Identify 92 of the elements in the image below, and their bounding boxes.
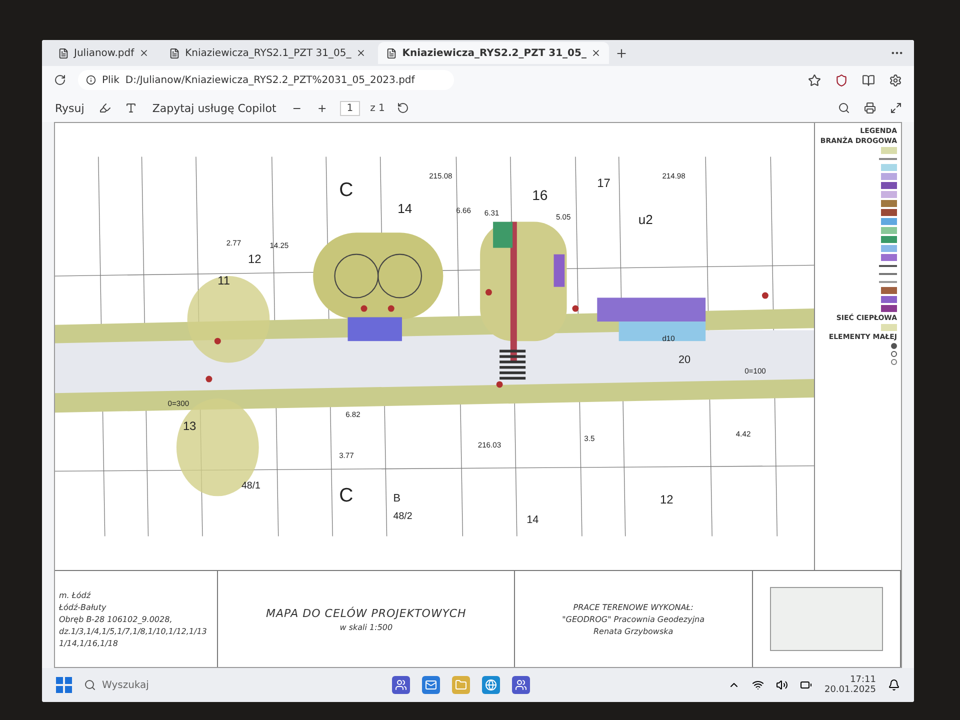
map-label: 3.5: [584, 434, 595, 443]
teams-icon[interactable]: [512, 676, 530, 694]
scheme-label: Plik: [102, 74, 120, 86]
clock-date: 20.01.2025: [824, 685, 876, 695]
map-label: 11: [218, 274, 230, 288]
crosswalk: [500, 350, 526, 380]
address-bar[interactable]: Plik D:/Julianow/Kniaziewicza_RYS2.2_PZT%2031_05_2023.pdf: [78, 70, 454, 90]
search-field[interactable]: Wyszukaj: [84, 678, 194, 692]
marker-dot: [572, 305, 579, 312]
marker-dot: [485, 289, 492, 296]
surveyor-text: PRACE TERENOWE WYKONAŁ:: [573, 602, 694, 612]
map-label: B: [393, 492, 401, 505]
favorite-button[interactable]: [806, 72, 823, 88]
map-label: 14: [398, 201, 412, 216]
close-icon: [139, 48, 150, 58]
close-icon: [591, 48, 602, 58]
tree-circle: [334, 254, 379, 298]
reload-button[interactable]: [52, 72, 68, 88]
location-text: Łódź-Bałuty: [59, 602, 106, 612]
tree-circle: [378, 254, 422, 298]
location-text: 1/14,1/16,1/18: [59, 638, 118, 648]
map-label: 48/1: [242, 480, 260, 492]
surveyor-text: "GEODROG" Pracownia Geodezyjna: [562, 614, 705, 624]
map-label: u2: [638, 212, 653, 227]
browser-tab[interactable]: Julianow.pdf: [50, 42, 158, 64]
print-button[interactable]: [862, 100, 878, 116]
map-label: 216.03: [478, 440, 502, 450]
map-label: C: [339, 484, 354, 507]
map-label: 17: [597, 176, 610, 190]
map-label: 4.42: [736, 430, 751, 438]
mail-icon[interactable]: [422, 676, 440, 694]
map-label: 3.77: [339, 451, 354, 460]
bell-icon[interactable]: [888, 679, 900, 691]
map-label: 6.82: [346, 410, 360, 419]
map-label: 6.31: [484, 208, 500, 218]
map-label: 5.05: [556, 212, 571, 222]
close-icon: [356, 48, 366, 58]
map-label: 20: [678, 354, 690, 366]
map-label: 14.25: [270, 240, 289, 250]
map-label: 12: [248, 252, 262, 266]
fullscreen-button[interactable]: [888, 100, 904, 116]
map-label: 13: [182, 419, 196, 433]
marker-dot: [388, 305, 394, 312]
marker-dot: [762, 292, 768, 299]
draw-button[interactable]: Rysuj: [52, 102, 88, 114]
clock-time: 17:11: [850, 675, 876, 685]
marker-dot: [496, 381, 503, 388]
globe-icon[interactable]: [482, 676, 500, 694]
teams-icon[interactable]: [392, 676, 410, 694]
map-label: 14: [526, 514, 539, 526]
map-label: 0=100: [744, 366, 766, 376]
start-icon[interactable]: [56, 677, 72, 693]
info-icon: [86, 75, 96, 85]
marker-dot: [360, 305, 368, 312]
location-text: m. Łódź: [59, 590, 91, 600]
map-label: 12: [660, 492, 674, 507]
document-icon: [169, 48, 180, 58]
marker-dot: [214, 338, 221, 344]
search-icon: [84, 679, 96, 691]
location-text: Obręb B-28 106102_9.0028,: [59, 614, 172, 624]
map-title: MAPA DO CELÓW PROJEKTOWYCH: [266, 606, 466, 620]
copilot-button[interactable]: Zapytaj usługę Copilot: [149, 102, 280, 114]
scale-text: w skali 1:500: [340, 622, 393, 632]
browser-tab[interactable]: Kniaziewicza_RYS2.1_PZT 31_05_: [161, 42, 374, 64]
map-label: 48/2: [393, 510, 412, 522]
text-icon: [125, 102, 138, 114]
page-count: z 1: [370, 102, 385, 114]
speaker-icon[interactable]: [776, 679, 788, 691]
map-label: 215.08: [429, 171, 452, 180]
zoom-in-button[interactable]: +: [314, 102, 330, 114]
map-label: C: [339, 178, 354, 201]
map-label: 0=300: [168, 399, 190, 408]
marker-dot: [206, 376, 212, 382]
search-button[interactable]: [836, 100, 852, 116]
surveyor-text: Renata Grzybowska: [593, 626, 674, 636]
map-label: 2.77: [226, 238, 242, 248]
map-label: 16: [532, 187, 548, 204]
battery-icon[interactable]: [800, 679, 812, 691]
location-text: dz.1/3,1/4,1/5,1/7,1/8,1/10,1/12,1/13: [59, 626, 207, 636]
lawn-patch: [493, 222, 513, 248]
settings-button[interactable]: [887, 72, 904, 88]
map-label: d10: [662, 334, 675, 344]
url-text: D:/Julianow/Kniaziewicza_RYS2.2_PZT%2031_05_2023.pdf: [125, 74, 415, 86]
zoom-out-button[interactable]: −: [289, 102, 305, 114]
page-number-field[interactable]: 1: [340, 100, 360, 116]
map-label: 214.98: [662, 171, 686, 180]
map-label: 6.66: [456, 206, 471, 216]
plus-icon: [615, 46, 628, 60]
parking-area: [348, 317, 402, 342]
document-icon: [58, 48, 69, 58]
document-icon: [386, 48, 398, 58]
browser-tab[interactable]: Kniaziewicza_RYS2.2_PZT 31_05_: [378, 42, 610, 64]
